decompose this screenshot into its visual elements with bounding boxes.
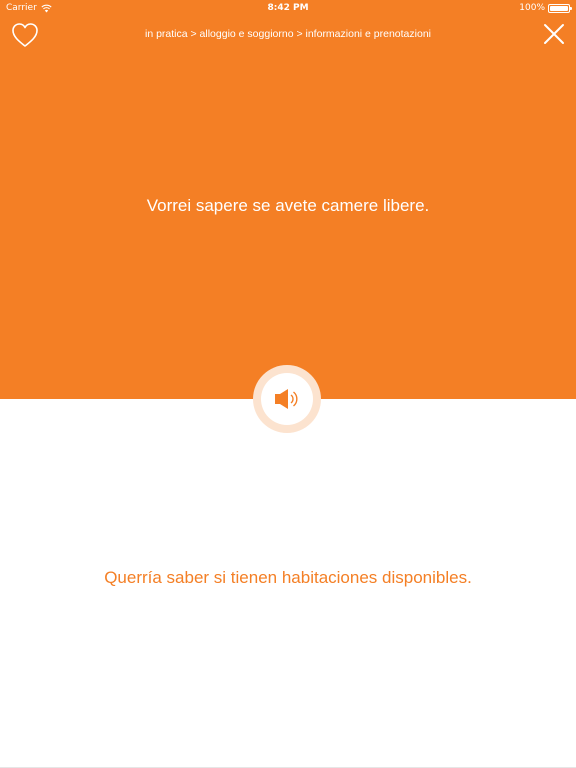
battery-icon [548, 3, 572, 13]
battery-percent: 100% [519, 3, 545, 13]
status-bar: Carrier 8:42 PM 100% [0, 0, 576, 16]
translated-phrase: Querría saber si tienen habitaciones dis… [104, 568, 472, 587]
speaker-icon [275, 389, 298, 409]
breadcrumb: in pratica > alloggio e soggiorno > info… [144, 28, 431, 40]
source-phrase: Vorrei sapere se avete camere libere. [146, 196, 430, 215]
close-icon[interactable] [542, 22, 566, 46]
status-right: 100% [519, 0, 572, 16]
play-audio-button-face[interactable] [261, 373, 313, 425]
phrase-source-panel: Carrier 8:42 PM 100% in pratica > allogg… [0, 0, 576, 399]
status-time: 8:42 PM [267, 3, 309, 13]
heart-outline-icon[interactable] [10, 21, 40, 49]
play-audio-button[interactable] [253, 365, 321, 433]
